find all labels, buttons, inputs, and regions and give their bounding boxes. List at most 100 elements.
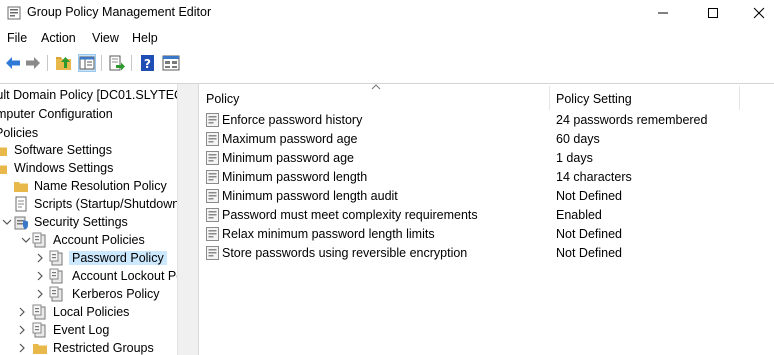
tree-item-label: Policies	[0, 126, 39, 140]
chevron-right-icon[interactable]	[17, 324, 27, 336]
policy-name: Maximum password age	[222, 132, 358, 146]
column-header-policy-setting[interactable]: Policy Setting	[549, 84, 739, 112]
policy-setting-value: 60 days	[556, 132, 600, 146]
forward-button[interactable]	[24, 54, 42, 72]
close-button[interactable]	[736, 0, 774, 26]
help-button[interactable]: ?	[139, 54, 157, 72]
forward-icon	[26, 57, 40, 69]
policy-container-icon	[32, 232, 46, 248]
chevron-down-icon[interactable]	[21, 234, 31, 246]
folder-icon	[0, 165, 7, 174]
folder-icon	[0, 147, 7, 156]
chevron-right-icon[interactable]	[17, 306, 27, 318]
properties-button[interactable]	[162, 54, 180, 72]
menu-help[interactable]: Help	[132, 31, 158, 45]
policy-setting-value: 24 passwords remembered	[556, 113, 708, 127]
tree-item-label: Software Settings	[14, 143, 112, 157]
policy-name: Minimum password age	[222, 151, 354, 165]
maximize-button[interactable]	[690, 0, 736, 26]
policy-setting-icon	[206, 227, 219, 241]
policy-container-icon	[49, 286, 63, 302]
tree-item-label: Security Settings	[34, 215, 128, 229]
table-row[interactable]: Password must meet complexity requiremen…	[199, 206, 774, 225]
tree-item-label: Kerberos Policy	[72, 287, 160, 301]
policy-setting-icon	[206, 246, 219, 260]
table-row[interactable]: Maximum password age 60 days	[199, 130, 774, 149]
tree-item-label: Account Policies	[53, 233, 145, 247]
help-icon: ?	[141, 55, 154, 71]
toolbar-separator	[47, 55, 48, 71]
policy-setting-icon	[206, 208, 219, 222]
properties-icon	[162, 55, 180, 71]
table-row[interactable]: Store passwords using reversible encrypt…	[199, 244, 774, 263]
chevron-right-icon[interactable]	[35, 270, 45, 282]
policy-list[interactable]: Policy Policy Setting Enforce password h…	[199, 84, 774, 355]
policy-container-icon	[49, 250, 63, 266]
table-row[interactable]: Minimum password age 1 days	[199, 149, 774, 168]
policy-setting-icon	[206, 132, 219, 146]
tree-vertical-scrollbar[interactable]	[177, 84, 194, 355]
policy-name: Relax minimum password length limits	[222, 227, 435, 241]
column-divider[interactable]	[739, 86, 740, 110]
export-list-button[interactable]	[108, 54, 126, 72]
table-row[interactable]: Minimum password length audit Not Define…	[199, 187, 774, 206]
scripts-icon	[15, 196, 27, 212]
policy-container-icon	[32, 304, 46, 320]
policy-setting-icon	[206, 113, 219, 127]
minimize-icon	[658, 12, 668, 14]
close-icon	[753, 7, 765, 19]
security-settings-icon	[14, 216, 28, 230]
policy-container-icon	[49, 268, 63, 284]
tree-item-label: Account Lockout Policy	[72, 269, 177, 283]
table-row[interactable]: Enforce password history 24 passwords re…	[199, 111, 774, 130]
menu-file[interactable]: File	[7, 31, 27, 45]
policy-setting-value: Not Defined	[556, 227, 623, 241]
tree-item-label: Event Log	[53, 323, 110, 337]
chevron-down-icon[interactable]	[2, 216, 12, 228]
tree-item-label: Scripts (Startup/Shutdown)	[34, 197, 177, 211]
tree-item-label: Restricted Groups	[53, 341, 154, 355]
table-row[interactable]: Minimum password length 14 characters	[199, 168, 774, 187]
policy-setting-icon	[206, 189, 219, 203]
show-hide-tree-icon	[79, 56, 95, 70]
chevron-right-icon[interactable]	[17, 342, 27, 354]
minimize-button[interactable]	[640, 0, 686, 26]
tree-item-label: Windows Settings	[14, 161, 114, 175]
policy-name: Store passwords using reversible encrypt…	[222, 246, 468, 260]
menu-view[interactable]: View	[92, 31, 119, 45]
show-hide-tree-button[interactable]	[78, 54, 96, 72]
back-button[interactable]	[4, 54, 22, 72]
policy-container-icon	[32, 322, 46, 338]
policy-setting-value: 14 characters	[556, 170, 632, 184]
policy-name: Minimum password length audit	[222, 189, 398, 203]
back-icon	[6, 57, 20, 69]
folder-icon	[14, 182, 28, 192]
tree-item-label: Name Resolution Policy	[34, 179, 167, 193]
column-header-policy[interactable]: Policy	[199, 84, 549, 112]
window-title: Group Policy Management Editor	[27, 5, 212, 19]
tree-item-label: Local Policies	[53, 305, 130, 319]
up-folder-icon	[56, 57, 71, 70]
tree-item-label: Computer Configuration	[0, 107, 113, 121]
folder-icon	[33, 344, 47, 354]
policy-setting-icon	[206, 151, 219, 165]
chevron-right-icon[interactable]	[35, 252, 45, 264]
chevron-right-icon[interactable]	[35, 288, 45, 300]
policy-setting-value: Not Defined	[556, 189, 623, 203]
content-area: fault Domain Policy [DC01.SLYTECH.US] Po…	[0, 83, 774, 355]
svg-text:?: ?	[144, 57, 151, 71]
policy-name: Password must meet complexity requiremen…	[222, 208, 478, 222]
toolbar-separator	[131, 55, 132, 71]
menu-action[interactable]: Action	[41, 31, 76, 45]
policy-name: Enforce password history	[222, 113, 363, 127]
menu-bar: File Action View Help	[0, 28, 774, 48]
column-header-label: Policy	[206, 92, 240, 106]
policy-setting-value: 1 days	[556, 151, 593, 165]
column-header-label: Policy Setting	[556, 92, 632, 106]
policy-editor-app-icon	[7, 6, 21, 20]
table-row[interactable]: Relax minimum password length limits Not…	[199, 225, 774, 244]
up-folder-button[interactable]	[55, 54, 73, 72]
navigation-tree[interactable]: fault Domain Policy [DC01.SLYTECH.US] Po…	[0, 84, 177, 355]
toolbar: ?	[0, 50, 774, 76]
policy-setting-icon	[206, 170, 219, 184]
